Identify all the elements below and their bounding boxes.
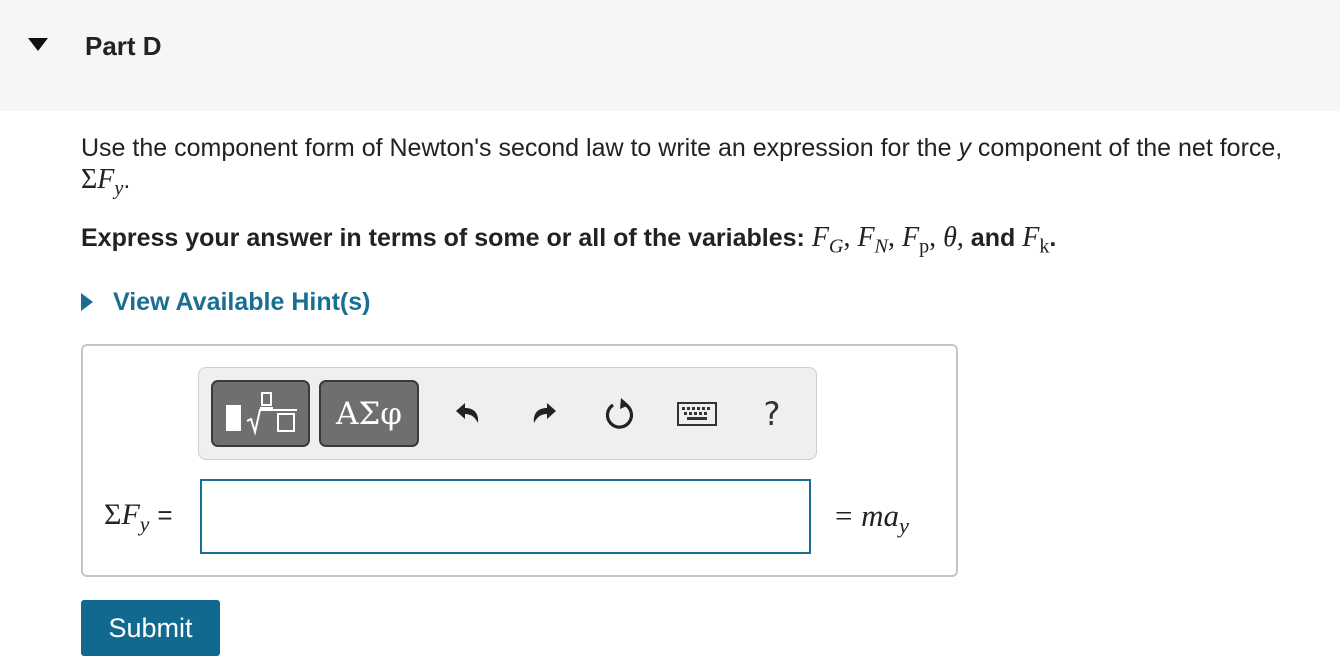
variable-fk: Fk [1022, 222, 1050, 258]
submit-button[interactable]: Submit [81, 600, 220, 656]
help-label: ? [763, 395, 781, 433]
answer-lhs: ΣFy = [104, 498, 173, 535]
reset-icon [605, 398, 634, 429]
view-hints-link[interactable]: View Available Hint(s) [81, 288, 370, 317]
part-title: Part D [85, 31, 162, 61]
question-text: Use the component form of Newton's secon… [81, 133, 1336, 200]
reset-button[interactable] [598, 392, 642, 436]
undo-icon [456, 403, 479, 423]
variable-theta: θ [943, 222, 957, 253]
lhs-equals: = [157, 500, 173, 530]
express-instruction: Express your answer in terms of some or … [81, 222, 1057, 258]
keyboard-icon [677, 402, 717, 426]
rhs-m: m [861, 498, 884, 533]
templates-fraction-sqrt-icon [225, 391, 297, 436]
lhs-sum: Σ [104, 498, 122, 531]
collapse-triangle-icon[interactable] [28, 38, 48, 52]
keyboard-button[interactable] [674, 392, 720, 436]
net-force-y-symbol: ΣFy [81, 164, 124, 200]
redo-button[interactable] [522, 392, 566, 436]
answer-input[interactable] [200, 479, 811, 554]
express-and: and [963, 224, 1023, 252]
variable-fn: FN [857, 222, 888, 258]
variable-fg: FG [811, 222, 844, 258]
templates-button[interactable] [211, 380, 310, 447]
part-header[interactable] [0, 0, 1340, 111]
variable-fp: Fp [901, 222, 930, 258]
express-end: . [1049, 224, 1057, 252]
question-text-after: component of the net force, [970, 134, 1283, 162]
rhs-equals: = [835, 498, 853, 533]
rhs-a: a [883, 498, 900, 533]
redo-icon [533, 403, 556, 423]
lhs-force: F [121, 498, 140, 531]
question-var-y: y [958, 134, 971, 162]
greek-symbols-label: ΑΣφ [335, 395, 402, 432]
rhs-sub: y [899, 513, 909, 539]
express-lead: Express your answer in terms of some or … [81, 224, 812, 252]
question-end: . [123, 166, 131, 194]
question-text-before: Use the component form of Newton's secon… [81, 134, 959, 162]
greek-symbols-button[interactable]: ΑΣφ [319, 380, 419, 447]
help-button[interactable]: ? [750, 392, 794, 436]
answer-rhs: = may [835, 498, 909, 537]
expand-triangle-icon [81, 293, 93, 311]
lhs-sub: y [139, 511, 150, 536]
undo-button[interactable] [446, 392, 490, 436]
view-hints-label: View Available Hint(s) [113, 288, 371, 316]
